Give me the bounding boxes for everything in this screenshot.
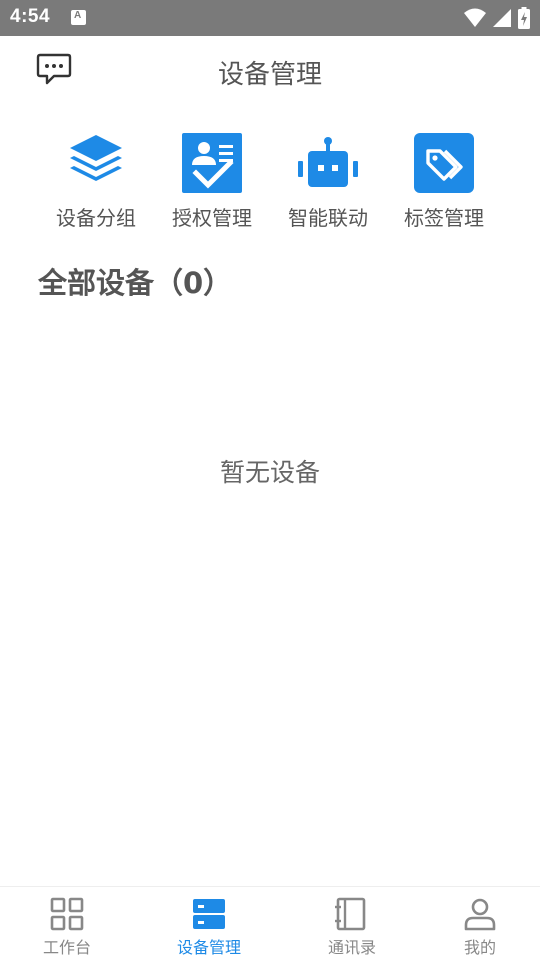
cell-signal-icon [493, 9, 511, 27]
nav-item-mine[interactable]: 我的 [420, 887, 540, 960]
nav-item-workbench[interactable]: 工作台 [0, 887, 134, 960]
action-authorization[interactable]: 授权管理 [154, 130, 270, 230]
authorization-card-icon [182, 133, 242, 193]
layers-icon [70, 135, 122, 181]
status-icons [464, 6, 530, 30]
page-title: 设备管理 [217, 60, 322, 90]
action-label: 设备分组 [56, 206, 136, 230]
contacts-book-icon [335, 897, 366, 931]
header: 设备管理 [0, 36, 540, 106]
tags-icon [414, 133, 474, 193]
nav-label: 我的 [463, 938, 496, 957]
action-label: 标签管理 [404, 206, 484, 230]
bottom-nav: 工作台 设备管理 通讯录 我的 [0, 886, 540, 960]
action-label: 授权管理 [172, 206, 252, 230]
empty-state-text: 暂无设备 [219, 458, 320, 487]
wifi-icon [464, 8, 486, 27]
nav-label: 工作台 [42, 938, 91, 957]
quick-actions: 设备分组 授权管理 智能联动 标签管理 [38, 130, 502, 230]
action-device-group[interactable]: 设备分组 [38, 130, 154, 230]
user-icon [464, 898, 496, 931]
action-label: 智能联动 [288, 206, 368, 230]
nav-item-contacts[interactable]: 通讯录 [284, 887, 420, 960]
action-tag-management[interactable]: 标签管理 [386, 130, 502, 230]
nav-item-device-management[interactable]: 设备管理 [134, 887, 284, 960]
status-time: 4:54 [10, 6, 51, 27]
action-smart-linkage[interactable]: 智能联动 [270, 130, 386, 230]
nav-label: 通讯录 [327, 938, 376, 957]
status-bar: 4:54 [0, 0, 540, 36]
battery-charging-icon [518, 7, 530, 29]
section-title: 全部设备（0） [38, 266, 233, 300]
nav-label: 设备管理 [176, 938, 241, 957]
grid-icon [50, 897, 84, 931]
server-icon [193, 899, 225, 929]
robot-icon [298, 137, 358, 187]
notification-a-icon [71, 10, 86, 25]
